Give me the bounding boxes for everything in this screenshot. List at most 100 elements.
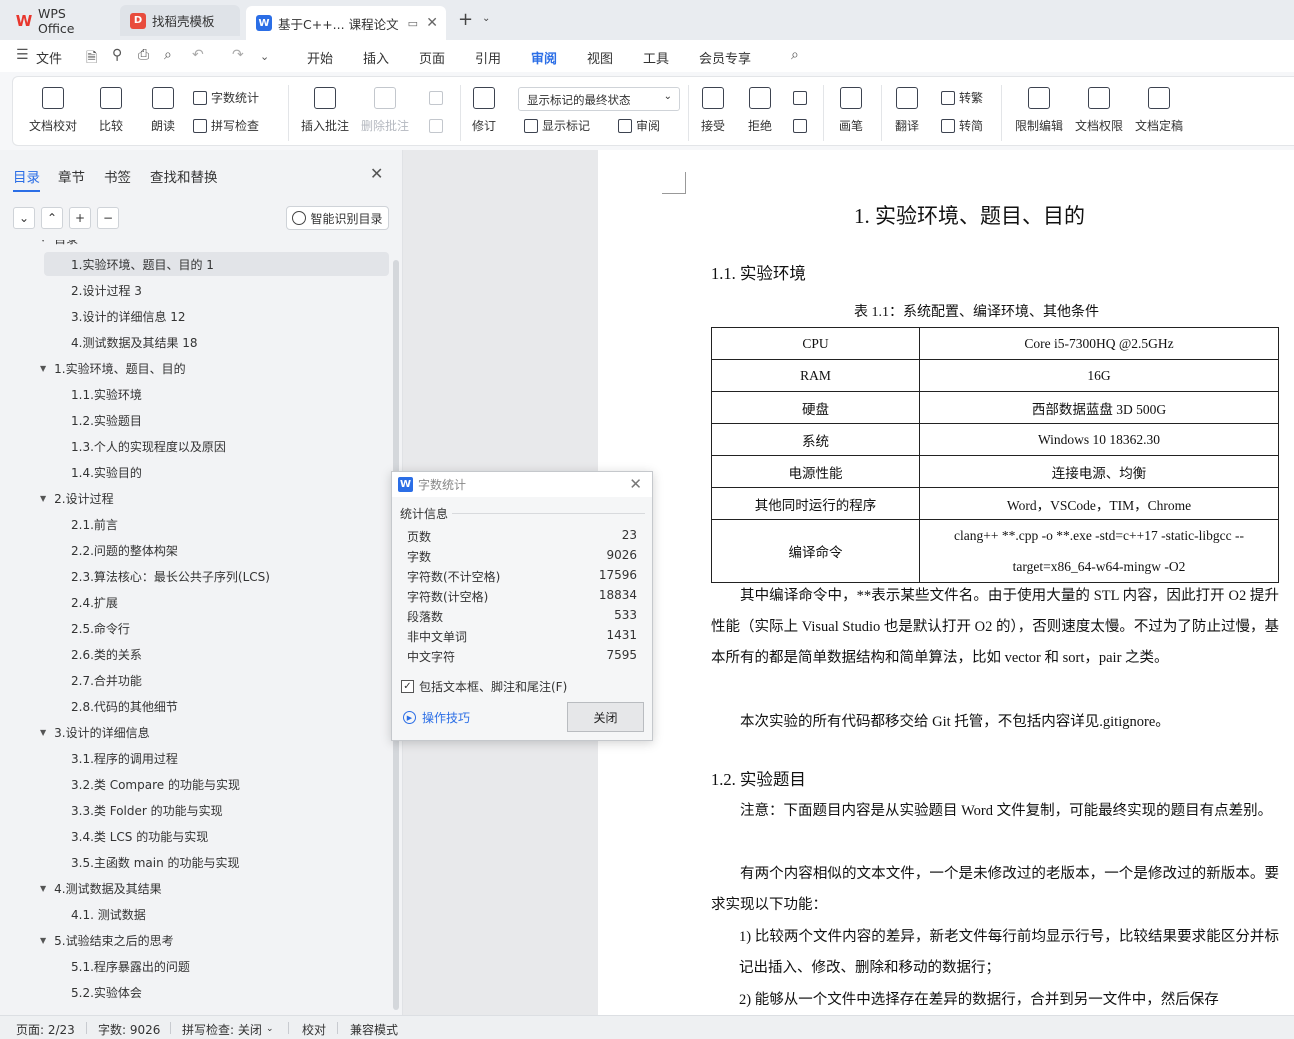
to-simplified-button[interactable]: 转简	[941, 117, 983, 134]
tab-find-replace[interactable]: 查找和替换	[150, 166, 218, 186]
share-icon[interactable]: ⚲	[112, 47, 122, 63]
print-preview-icon[interactable]: ⌕	[164, 47, 172, 63]
word-count-button[interactable]: 字数统计	[193, 89, 259, 106]
tab-wps-office[interactable]: W WPS Office	[6, 5, 114, 36]
tab-toc[interactable]: 目录	[13, 166, 40, 192]
toc-item[interactable]: 1.4.实验目的	[44, 460, 389, 484]
tab-chapter[interactable]: 章节	[58, 166, 85, 186]
smart-toc-button[interactable]: 智能识别目录	[286, 206, 389, 230]
menu-reference[interactable]: 引用	[475, 48, 501, 67]
delete-comment-button[interactable]: 删除批注	[361, 87, 409, 134]
quick-access-dropdown-icon[interactable]: ⌄	[260, 50, 269, 63]
to-traditional-button[interactable]: 转繁	[941, 89, 983, 106]
toc-item[interactable]: 1.2.实验题目	[44, 408, 389, 432]
menu-start[interactable]: 开始	[307, 48, 333, 67]
toc-item[interactable]: 1.实验环境、题目、目的 1	[44, 252, 389, 276]
menu-file[interactable]: 文件	[36, 48, 62, 67]
track-changes-button[interactable]: 修订	[472, 87, 496, 134]
tab-bookmark[interactable]: 书签	[104, 166, 131, 186]
toc-item[interactable]: ▼ 2.设计过程	[40, 486, 114, 510]
checkbox-icon[interactable]: ✓	[401, 680, 414, 693]
tips-link[interactable]: ▶ 操作技巧	[403, 709, 470, 726]
review-pane-button[interactable]: 审阅	[618, 117, 660, 134]
menu-icon[interactable]: ☰	[16, 47, 29, 63]
toc-item[interactable]: 3.2.类 Compare 的功能与实现	[44, 772, 389, 796]
document-page[interactable]: 1. 实验环境、题目、目的 1.1. 实验环境 表 1.1：系统配置、编译环境、…	[598, 150, 1294, 1015]
toc-item[interactable]: 2.7.合并功能	[44, 668, 389, 692]
doc-permission-button[interactable]: 文档权限	[1075, 87, 1123, 134]
reject-button[interactable]: 拒绝	[748, 87, 772, 134]
new-tab-dropdown-icon[interactable]: ⌄	[482, 13, 490, 24]
pen-button[interactable]: 画笔	[839, 87, 863, 134]
menu-insert[interactable]: 插入	[363, 48, 389, 67]
toc-item[interactable]: 1.1.实验环境	[44, 382, 389, 406]
next-comment-button[interactable]	[429, 119, 447, 133]
spell-check-button[interactable]: 拼写检查	[193, 117, 259, 134]
menu-page[interactable]: 页面	[419, 48, 445, 67]
toc-item[interactable]: ▼ 目录	[40, 240, 78, 250]
toc-item[interactable]: 3.1.程序的调用过程	[44, 746, 389, 770]
toc-item[interactable]: 2.8.代码的其他细节	[44, 694, 389, 718]
read-aloud-button[interactable]: 朗读	[151, 87, 175, 134]
expand-button[interactable]: ⌃	[41, 207, 63, 229]
toc-item[interactable]: 3.3.类 Folder 的功能与实现	[44, 798, 389, 822]
expand-triangle-icon[interactable]: ▼	[40, 884, 46, 893]
redo-icon[interactable]: ↷	[232, 47, 244, 63]
remove-level-button[interactable]: −	[97, 207, 119, 229]
toc-item[interactable]: ▼ 3.设计的详细信息	[40, 720, 150, 744]
toc-item[interactable]: 1.3.个人的实现程度以及原因	[44, 434, 389, 458]
close-button[interactable]: 关闭	[567, 702, 644, 732]
menu-view[interactable]: 视图	[587, 48, 613, 67]
expand-triangle-icon[interactable]: ▼	[40, 728, 46, 737]
chevron-down-icon[interactable]: ⌄	[266, 1024, 274, 1034]
toc-item[interactable]: 3.4.类 LCS 的功能与实现	[44, 824, 389, 848]
tab-document[interactable]: W 基于C++... 课程论文 ▭ ✕	[246, 6, 446, 40]
markup-state-select[interactable]: 显示标记的最终状态 ⌄	[518, 87, 680, 111]
translate-button[interactable]: 翻译	[895, 87, 919, 134]
toc-item[interactable]: 2.3.算法核心：最长公共子序列(LCS)	[44, 564, 389, 588]
collapse-button[interactable]: ⌄	[13, 207, 35, 229]
dialog-title-bar[interactable]: W 字数统计 ✕	[392, 472, 652, 497]
toc-item[interactable]: 5.2.实验体会	[44, 980, 389, 1004]
close-icon[interactable]: ✕	[629, 475, 642, 493]
show-markup-button[interactable]: 显示标记	[524, 117, 590, 134]
close-tab-icon[interactable]: ✕	[426, 15, 438, 31]
page-indicator[interactable]: 页面: 2/23	[16, 1021, 75, 1038]
undo-icon[interactable]: ↶	[192, 47, 204, 63]
accept-button[interactable]: 接受	[701, 87, 725, 134]
menu-review[interactable]: 审阅	[531, 48, 558, 74]
toc-item[interactable]: 2.5.命令行	[44, 616, 389, 640]
toc-item[interactable]: ▼ 4.测试数据及其结果	[40, 876, 162, 900]
print-icon[interactable]: ⎙	[138, 47, 149, 63]
expand-triangle-icon[interactable]: ▼	[40, 936, 46, 945]
menu-tools[interactable]: 工具	[643, 48, 669, 67]
toc-item[interactable]: 3.设计的详细信息 12	[44, 304, 389, 328]
search-icon[interactable]: ⌕	[791, 47, 799, 63]
toc-item[interactable]: 2.1.前言	[44, 512, 389, 536]
toc-item[interactable]: 2.4.扩展	[44, 590, 389, 614]
spell-check-status[interactable]: 拼写检查: 关闭	[182, 1021, 262, 1038]
new-tab-button[interactable]: +	[458, 9, 473, 30]
proofread-status[interactable]: 校对	[302, 1021, 326, 1038]
toc-item[interactable]: 4.1. 测试数据	[44, 902, 389, 926]
add-level-button[interactable]: +	[69, 207, 91, 229]
tab-template[interactable]: D 找稻壳模板	[120, 5, 240, 36]
toc-item[interactable]: 3.5.主函数 main 的功能与实现	[44, 850, 389, 874]
close-icon[interactable]: ✕	[370, 164, 383, 183]
expand-triangle-icon[interactable]: ▼	[40, 240, 46, 243]
insert-comment-button[interactable]: 插入批注	[301, 87, 349, 134]
word-count-status[interactable]: 字数: 9026	[98, 1021, 160, 1038]
next-change-button[interactable]	[793, 119, 811, 133]
toc-item[interactable]: 2.2.问题的整体构架	[44, 538, 389, 562]
include-textbox-checkbox[interactable]: ✓ 包括文本框、脚注和尾注(F)	[401, 678, 567, 695]
compare-button[interactable]: 比较	[99, 87, 123, 134]
menu-member[interactable]: 会员专享	[699, 48, 751, 67]
prev-change-button[interactable]	[793, 91, 811, 105]
expand-triangle-icon[interactable]: ▼	[40, 494, 46, 503]
expand-triangle-icon[interactable]: ▼	[40, 364, 46, 373]
toc-item[interactable]: 2.6.类的关系	[44, 642, 389, 666]
restrict-edit-button[interactable]: 限制编辑	[1015, 87, 1063, 134]
toc-item[interactable]: ▼ 1.实验环境、题目、目的	[40, 356, 186, 380]
doc-check-button[interactable]: 文档校对	[29, 87, 77, 134]
toc-item[interactable]: 2.设计过程 3	[44, 278, 389, 302]
